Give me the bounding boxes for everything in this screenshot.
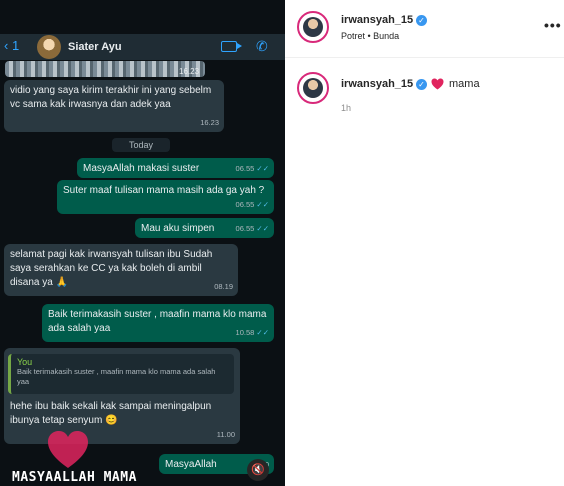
time-value: 06.55 xyxy=(235,224,255,233)
message-bubble: MasyaAllah makasi suster 06.55 ✓✓ xyxy=(77,158,274,178)
contact-avatar xyxy=(37,35,61,59)
divider xyxy=(285,57,564,58)
video-call-icon[interactable] xyxy=(221,41,242,52)
message-time: 11.00 xyxy=(216,430,235,439)
verified-icon: ✓ xyxy=(416,15,427,26)
read-check-icon: ✓✓ xyxy=(256,224,269,233)
message-time: 06.55 ✓✓ xyxy=(236,162,269,176)
message-bubble: vidio yang saya kirim terakhir ini yang … xyxy=(4,80,224,132)
mute-icon: 🔇 xyxy=(251,464,265,476)
post-time: 1h xyxy=(341,103,352,113)
more-options-icon[interactable]: ••• xyxy=(544,17,562,33)
mute-button[interactable]: 🔇 xyxy=(247,459,269,481)
message-text: hehe ibu baik sekali kak sampai meningal… xyxy=(10,401,212,426)
back-button[interactable]: ‹ 1 xyxy=(4,38,19,53)
read-check-icon: ✓✓ xyxy=(256,200,269,209)
post-panel xyxy=(285,0,564,486)
caption-text: mama xyxy=(449,78,480,90)
message-time: 10.58 ✓✓ xyxy=(236,326,269,340)
reply-quote: You Baik terimakasih suster , maafin mam… xyxy=(8,354,234,394)
message-time: 06.55 ✓✓ xyxy=(236,198,269,212)
red-heart-icon xyxy=(431,78,444,90)
image-message xyxy=(5,61,205,77)
caption-username[interactable]: irwansyah_15 xyxy=(341,78,413,90)
time-value: 06.55 xyxy=(235,200,255,209)
read-check-icon: ✓✓ xyxy=(256,328,269,337)
message-bubble: selamat pagi kak irwansyah tulisan ibu S… xyxy=(4,244,238,296)
message-text: Baik terimakasih suster , maafin mama kl… xyxy=(48,309,267,334)
post-username[interactable]: irwansyah_15 xyxy=(341,14,413,26)
read-check-icon: ✓✓ xyxy=(256,164,269,173)
back-count: 1 xyxy=(11,38,20,53)
time-value: 10.58 xyxy=(235,328,255,337)
message-text: MasyaAllah makasi suster xyxy=(83,163,200,174)
message-time: 06.55 ✓✓ xyxy=(236,222,269,236)
overlay-caption: MASYAALLAH MAMA xyxy=(12,470,137,485)
message-time: 16.23 xyxy=(200,118,219,127)
caption-avatar[interactable] xyxy=(297,72,329,104)
message-text: MasyaAllah xyxy=(165,459,217,470)
message-bubble: Suter maaf tulisan mama masih ada ga yah… xyxy=(57,180,274,214)
image-time: 16.23 xyxy=(179,67,200,76)
post-subtitle[interactable]: Potret • Bunda xyxy=(341,31,399,41)
message-text: vidio yang saya kirim terakhir ini yang … xyxy=(10,85,212,110)
message-bubble: Mau aku simpen 06.55 ✓✓ xyxy=(135,218,274,238)
time-value: 06.55 xyxy=(235,164,255,173)
post-media[interactable]: ‹ 1 Siater Ayu ✆ 16.23 vidio yang saya k… xyxy=(0,0,285,486)
message-text: selamat pagi kak irwansyah tulisan ibu S… xyxy=(10,249,213,288)
reply-text: Baik terimakasih suster , maafin mama kl… xyxy=(17,367,216,386)
phone-icon[interactable]: ✆ xyxy=(256,38,268,55)
message-text: Suter maaf tulisan mama masih ada ga yah… xyxy=(63,185,265,196)
date-separator: Today xyxy=(112,138,170,152)
verified-icon: ✓ xyxy=(416,79,427,90)
message-bubble: Baik terimakasih suster , maafin mama kl… xyxy=(42,304,274,342)
heart-icon xyxy=(48,431,88,468)
reply-author: You xyxy=(17,357,33,367)
message-text: Mau aku simpen xyxy=(141,223,215,234)
avatar[interactable] xyxy=(297,11,329,43)
message-time: 08.19 xyxy=(214,282,233,291)
chevron-left-icon: ‹ xyxy=(4,38,9,53)
contact-name: Siater Ayu xyxy=(68,41,122,53)
